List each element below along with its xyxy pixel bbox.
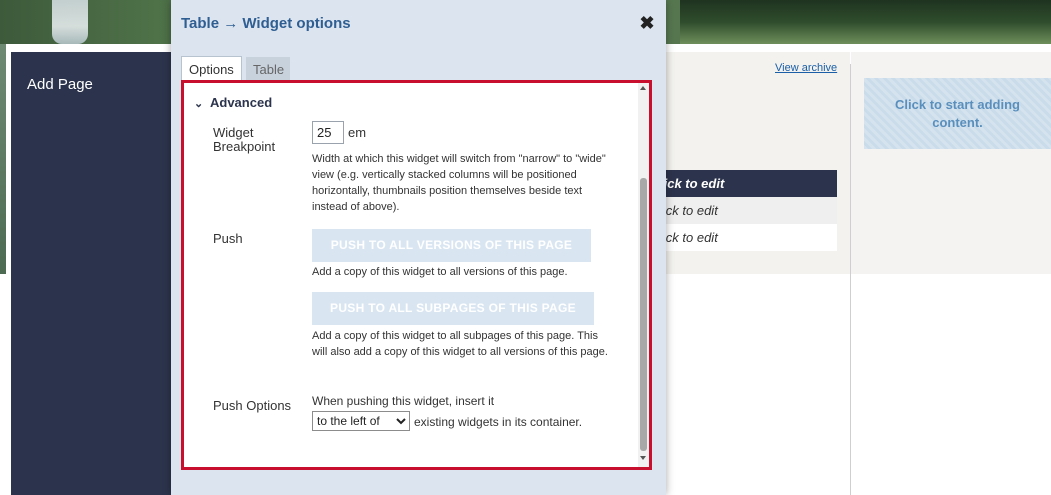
push-options-intro: When pushing this widget, insert it xyxy=(312,394,495,408)
advanced-section-label: Advanced xyxy=(210,95,273,110)
add-content-dropzone[interactable]: Click to start adding content. xyxy=(864,78,1051,149)
background-table[interactable]: lick to edit lick to edit lick to edit xyxy=(650,170,837,251)
breakpoint-input[interactable] xyxy=(312,121,344,144)
breakpoint-label: Widget Breakpoint xyxy=(213,125,276,154)
table-header-cell[interactable]: lick to edit xyxy=(650,170,837,197)
push-to-versions-button[interactable]: PUSH TO ALL VERSIONS OF THIS PAGE xyxy=(312,229,591,262)
tab-options[interactable]: Options xyxy=(181,56,242,81)
close-icon[interactable]: ✖ xyxy=(637,12,657,34)
breakpoint-help: Width at which this widget will switch f… xyxy=(312,153,606,213)
insert-position-select[interactable]: to the left of xyxy=(312,411,410,431)
chevron-down-icon: ⌄ xyxy=(194,98,204,110)
push-versions-help: Add a copy of this widget to all version… xyxy=(312,266,568,278)
panel-scrollbar[interactable] xyxy=(638,83,649,467)
fountain-image xyxy=(52,0,88,44)
push-options-label: Push Options xyxy=(213,398,292,413)
scrollbar-thumb[interactable] xyxy=(640,178,647,451)
options-scroll-area: ⌄ Advanced Widget Breakpoint em Width at … xyxy=(184,83,637,467)
table-row[interactable]: lick to edit xyxy=(650,197,837,224)
push-label: Push xyxy=(213,231,243,246)
tab-table[interactable]: Table xyxy=(246,57,290,81)
scroll-up-arrow-icon[interactable] xyxy=(640,86,646,90)
push-subpages-help: Add a copy of this widget to all subpage… xyxy=(312,330,608,358)
push-options-suffix: existing widgets in its container. xyxy=(414,415,583,429)
column-divider xyxy=(850,64,851,495)
push-to-subpages-button[interactable]: PUSH TO ALL SUBPAGES OF THIS PAGE xyxy=(312,292,594,325)
advanced-section-toggle[interactable]: ⌄ Advanced xyxy=(194,95,272,110)
scroll-down-arrow-icon[interactable] xyxy=(640,456,646,460)
dialog-title: Table → Widget options xyxy=(181,15,351,32)
breakpoint-unit: em xyxy=(348,125,367,140)
table-row[interactable]: lick to edit xyxy=(650,224,837,251)
add-page-link[interactable]: Add Page xyxy=(27,76,93,93)
widget-options-dialog: Table → Widget options ✖ Options Table ⌄… xyxy=(171,0,666,495)
options-panel: ⌄ Advanced Widget Breakpoint em Width at … xyxy=(181,80,652,470)
view-archive-link[interactable]: View archive xyxy=(775,62,837,74)
photo-strip xyxy=(0,44,6,274)
trees-image xyxy=(680,0,1051,44)
